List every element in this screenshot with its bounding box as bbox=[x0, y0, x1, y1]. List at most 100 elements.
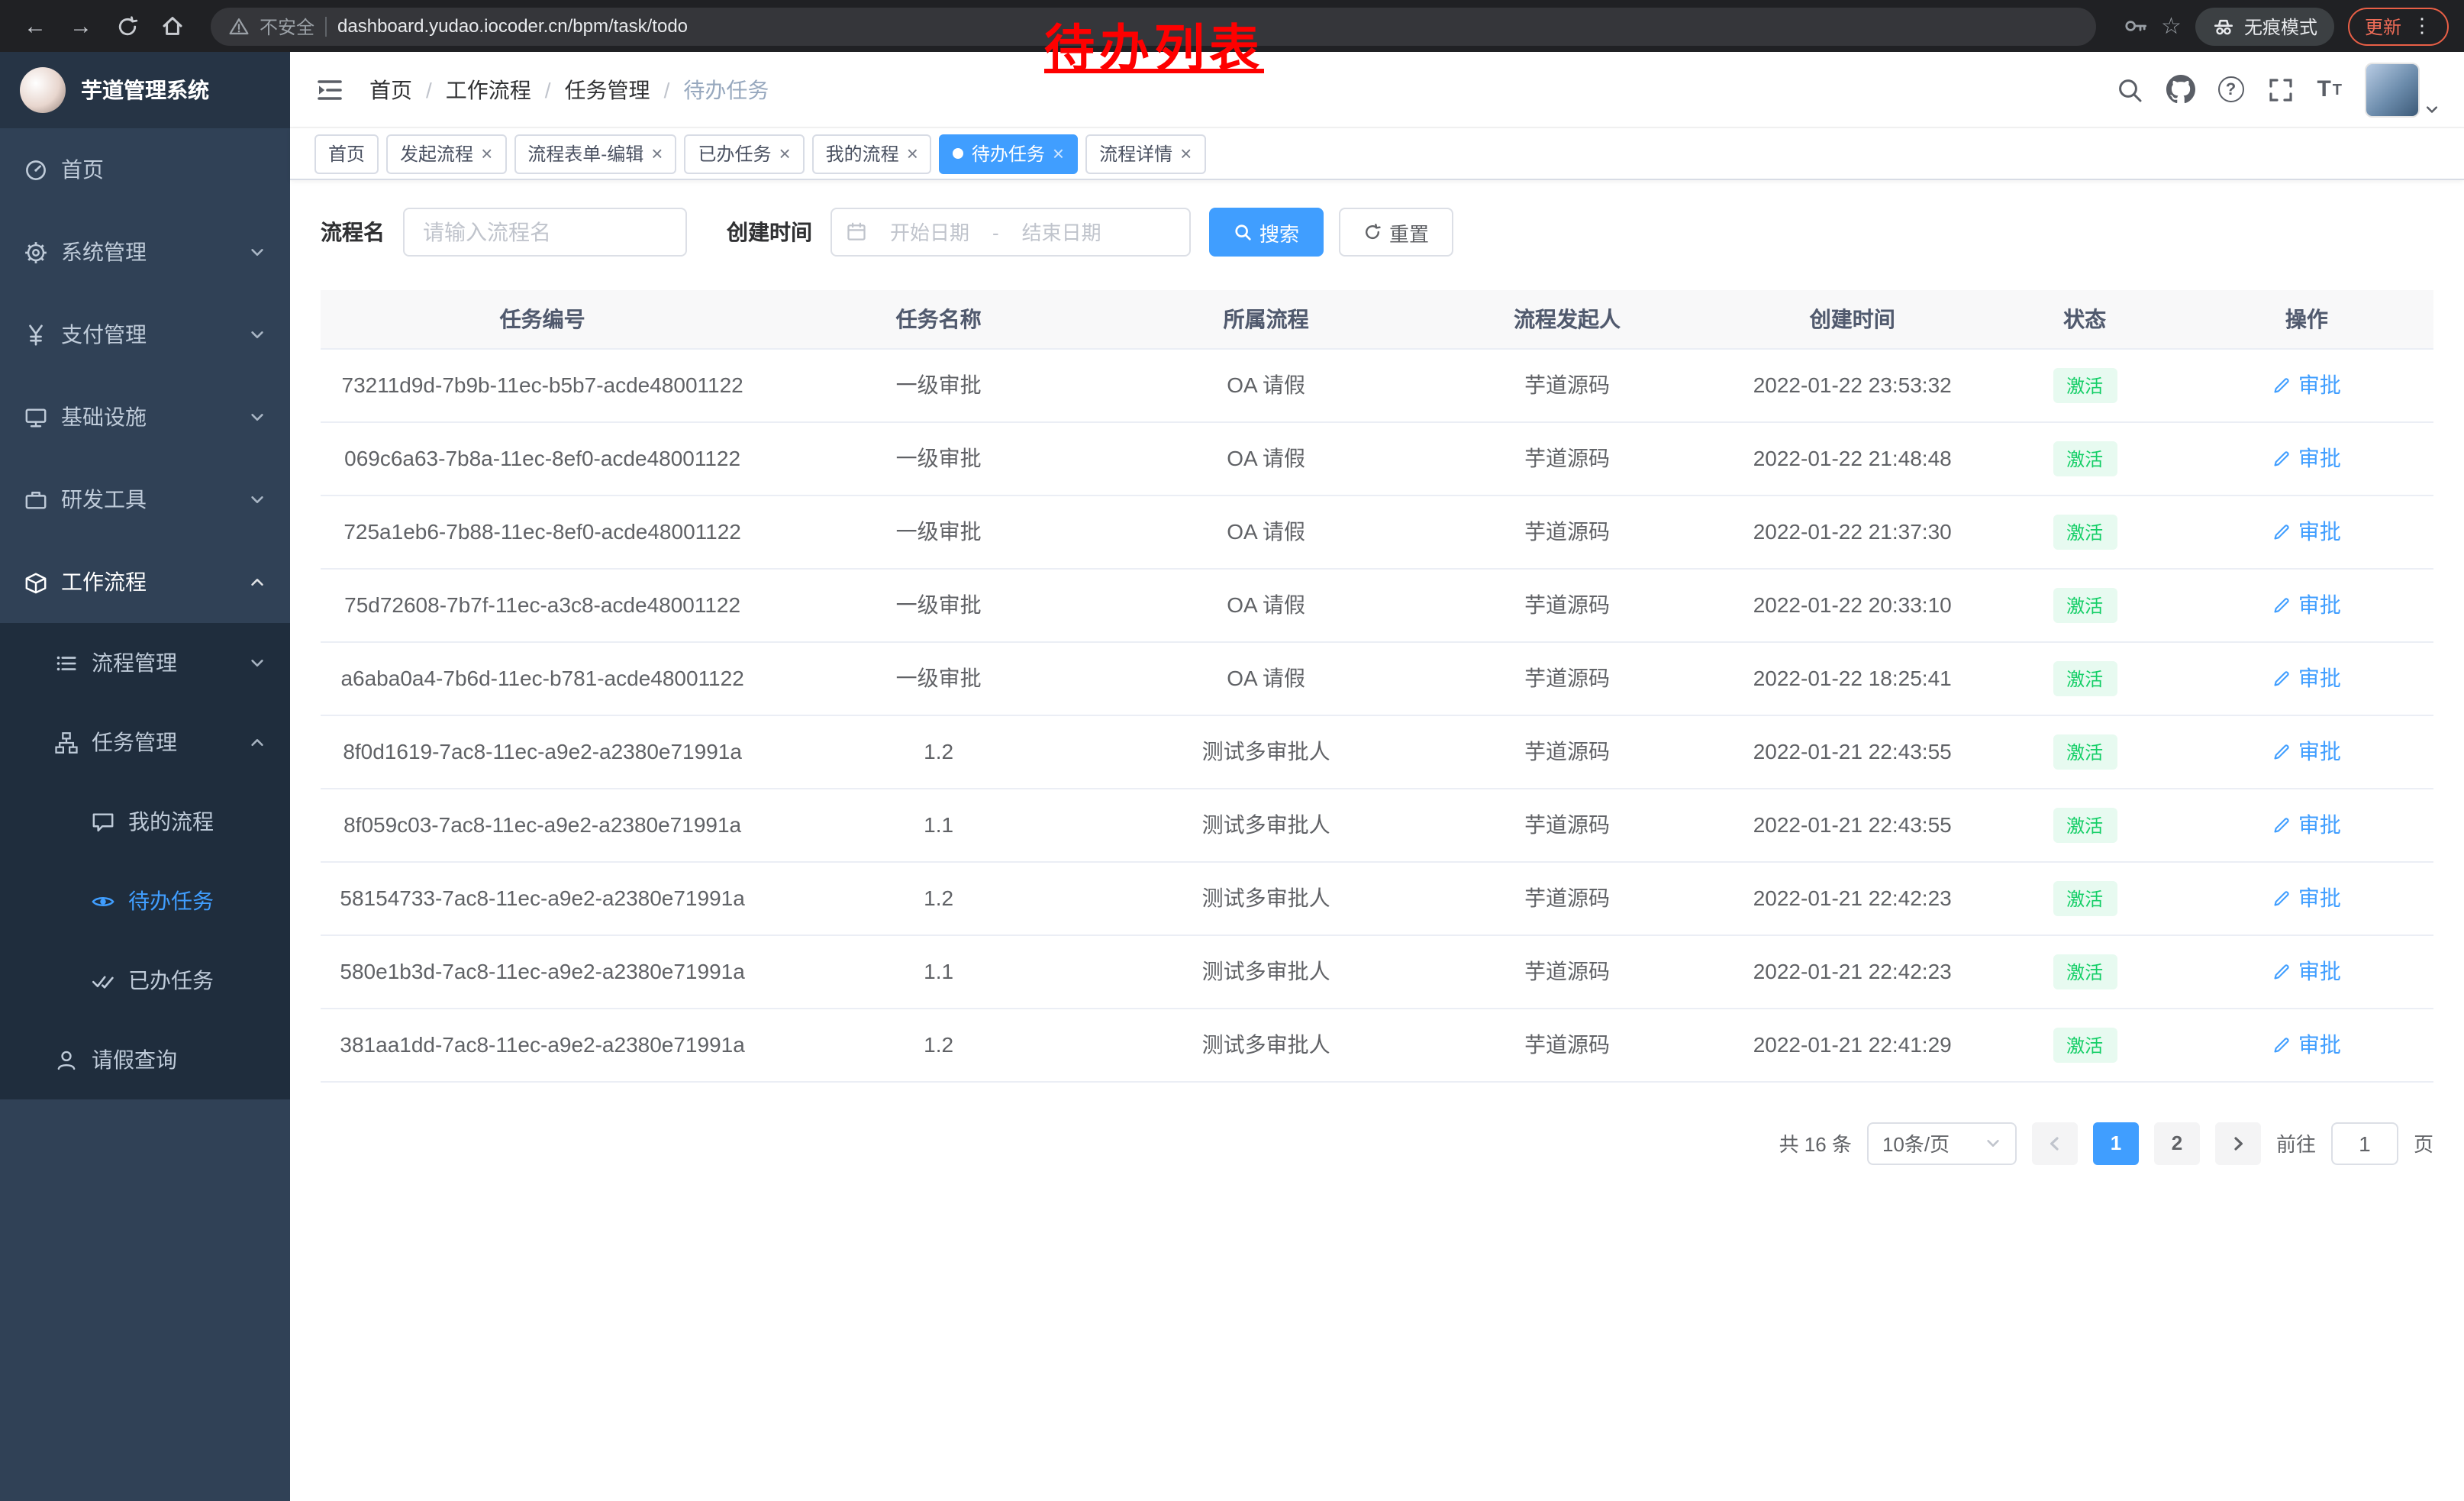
cell-action: 审批 bbox=[2180, 934, 2433, 1008]
browser-update-button[interactable]: 更新 ⋮ bbox=[2348, 7, 2449, 45]
cell-status: 激活 bbox=[1990, 934, 2180, 1008]
prev-page-button[interactable] bbox=[2032, 1122, 2078, 1164]
edit-icon bbox=[2272, 375, 2292, 395]
breadcrumb-workflow[interactable]: 工作流程 bbox=[446, 74, 531, 105]
approve-link[interactable]: 审批 bbox=[2272, 443, 2341, 473]
tab-done-tasks[interactable]: 已办任务× bbox=[684, 134, 804, 173]
approve-link[interactable]: 审批 bbox=[2272, 1029, 2341, 1060]
sidebar-item-my-process[interactable]: 我的流程 bbox=[0, 782, 290, 861]
sidebar-item-system[interactable]: 系统管理 bbox=[0, 211, 290, 293]
sidebar: 芋道管理系统 首页 系统管理 支付管理 bbox=[0, 52, 290, 1501]
bookmark-star-icon[interactable]: ☆ bbox=[2161, 12, 2182, 40]
approve-link[interactable]: 审批 bbox=[2272, 589, 2341, 620]
sidebar-item-process-mgmt[interactable]: 流程管理 bbox=[0, 623, 290, 702]
cell-status: 激活 bbox=[1990, 641, 2180, 715]
cell-action: 审批 bbox=[2180, 348, 2433, 421]
approve-link[interactable]: 审批 bbox=[2272, 516, 2341, 547]
search-button[interactable]: 搜索 bbox=[1209, 208, 1324, 257]
approve-link[interactable]: 审批 bbox=[2272, 736, 2341, 767]
close-icon[interactable]: × bbox=[481, 144, 492, 163]
cell-process: 测试多审批人 bbox=[1113, 715, 1419, 788]
font-size-icon[interactable]: TT bbox=[2317, 78, 2342, 101]
tab-home[interactable]: 首页 bbox=[314, 134, 379, 173]
tab-my-process[interactable]: 我的流程× bbox=[812, 134, 932, 173]
sidebar-item-home[interactable]: 首页 bbox=[0, 128, 290, 211]
sidebar-item-payment[interactable]: 支付管理 bbox=[0, 293, 290, 376]
browser-home-icon[interactable] bbox=[153, 6, 192, 46]
hamburger-icon[interactable] bbox=[314, 74, 345, 105]
close-icon[interactable]: × bbox=[1053, 144, 1064, 163]
sidebar-item-workflow[interactable]: 工作流程 bbox=[0, 541, 290, 623]
app-logo[interactable]: 芋道管理系统 bbox=[0, 52, 290, 128]
cell-create-time: 2022-01-22 23:53:32 bbox=[1715, 348, 1990, 421]
approve-link[interactable]: 审批 bbox=[2272, 883, 2341, 913]
approve-link[interactable]: 审批 bbox=[2272, 663, 2341, 693]
chevron-down-icon bbox=[249, 326, 266, 343]
cell-task-id: 58154733-7ac8-11ec-a9e2-a2380e71991a bbox=[321, 861, 764, 934]
approve-link[interactable]: 审批 bbox=[2272, 956, 2341, 986]
end-date-input[interactable] bbox=[1004, 221, 1120, 244]
search-icon[interactable] bbox=[2115, 76, 2143, 103]
date-range-picker[interactable]: - bbox=[830, 208, 1191, 257]
start-date-input[interactable] bbox=[872, 221, 988, 244]
sidebar-item-infra[interactable]: 基础设施 bbox=[0, 376, 290, 458]
goto-page-input[interactable] bbox=[2331, 1122, 2398, 1164]
home-icon bbox=[160, 14, 185, 38]
cell-task-name: 一级审批 bbox=[764, 348, 1113, 421]
tab-start-process[interactable]: 发起流程× bbox=[386, 134, 506, 173]
breadcrumb-task-mgmt[interactable]: 任务管理 bbox=[565, 74, 650, 105]
page-1-button[interactable]: 1 bbox=[2093, 1122, 2139, 1164]
approve-link[interactable]: 审批 bbox=[2272, 370, 2341, 400]
status-badge: 激活 bbox=[2053, 734, 2117, 769]
cell-create-time: 2022-01-21 22:43:55 bbox=[1715, 788, 1990, 861]
breadcrumb-home[interactable]: 首页 bbox=[369, 74, 412, 105]
cell-action: 审批 bbox=[2180, 1008, 2433, 1081]
close-icon[interactable]: × bbox=[651, 144, 663, 163]
close-icon[interactable]: × bbox=[1180, 144, 1192, 163]
page-size-select[interactable]: 10条/页 bbox=[1867, 1122, 2017, 1164]
user-menu[interactable] bbox=[2365, 62, 2440, 117]
chevron-down-icon bbox=[249, 654, 266, 671]
password-key-icon[interactable] bbox=[2123, 14, 2147, 38]
fullscreen-icon[interactable] bbox=[2266, 76, 2294, 103]
process-name-input[interactable] bbox=[403, 208, 687, 257]
chevron-down-icon bbox=[249, 491, 266, 508]
reset-button[interactable]: 重置 bbox=[1339, 208, 1453, 257]
cell-create-time: 2022-01-22 21:37:30 bbox=[1715, 495, 1990, 568]
cell-create-time: 2022-01-22 20:33:10 bbox=[1715, 568, 1990, 641]
sidebar-item-task-mgmt[interactable]: 任务管理 bbox=[0, 702, 290, 782]
sidebar-item-todo-tasks[interactable]: 待办任务 bbox=[0, 861, 290, 941]
sidebar-item-devtools[interactable]: 研发工具 bbox=[0, 458, 290, 541]
close-icon[interactable]: × bbox=[907, 144, 918, 163]
security-label: 不安全 bbox=[260, 13, 314, 39]
browser-forward-icon[interactable]: → bbox=[61, 6, 101, 46]
help-icon[interactable]: ? bbox=[2217, 76, 2243, 102]
cell-action: 审批 bbox=[2180, 421, 2433, 495]
table-body: 73211d9d-7b9b-11ec-b5b7-acde48001122 一级审… bbox=[321, 348, 2433, 1081]
logo-avatar bbox=[20, 67, 66, 113]
cell-initiator: 芋道源码 bbox=[1419, 861, 1715, 934]
status-badge: 激活 bbox=[2053, 807, 2117, 842]
page-2-button[interactable]: 2 bbox=[2154, 1122, 2200, 1164]
workflow-submenu: 流程管理 任务管理 我的流程 待办任务 bbox=[0, 623, 290, 1099]
chevron-up-icon bbox=[249, 734, 266, 750]
cell-task-id: 580e1b3d-7ac8-11ec-a9e2-a2380e71991a bbox=[321, 934, 764, 1008]
col-create-time: 创建时间 bbox=[1715, 290, 1990, 348]
approve-link[interactable]: 审批 bbox=[2272, 809, 2341, 840]
screen: ← → 不安全 dashboard.yudao.iocoder.cn/bpm/t… bbox=[0, 0, 2464, 1501]
cell-action: 审批 bbox=[2180, 568, 2433, 641]
tab-process-form-edit[interactable]: 流程表单-编辑× bbox=[514, 134, 676, 173]
cell-process: OA 请假 bbox=[1113, 641, 1419, 715]
sidebar-item-done-tasks[interactable]: 已办任务 bbox=[0, 941, 290, 1020]
tab-todo-tasks[interactable]: 待办任务× bbox=[940, 134, 1078, 173]
next-page-button[interactable] bbox=[2215, 1122, 2261, 1164]
close-icon[interactable]: × bbox=[779, 144, 790, 163]
table-row: 725a1eb6-7b88-11ec-8ef0-acde48001122 一级审… bbox=[321, 495, 2433, 568]
browser-reload-icon[interactable] bbox=[107, 6, 147, 46]
github-icon[interactable] bbox=[2166, 75, 2195, 104]
tab-process-detail[interactable]: 流程详情× bbox=[1085, 134, 1205, 173]
browser-back-icon[interactable]: ← bbox=[15, 6, 55, 46]
refresh-icon bbox=[1363, 223, 1382, 241]
sidebar-item-leave-query[interactable]: 请假查询 bbox=[0, 1020, 290, 1099]
cell-initiator: 芋道源码 bbox=[1419, 1008, 1715, 1081]
